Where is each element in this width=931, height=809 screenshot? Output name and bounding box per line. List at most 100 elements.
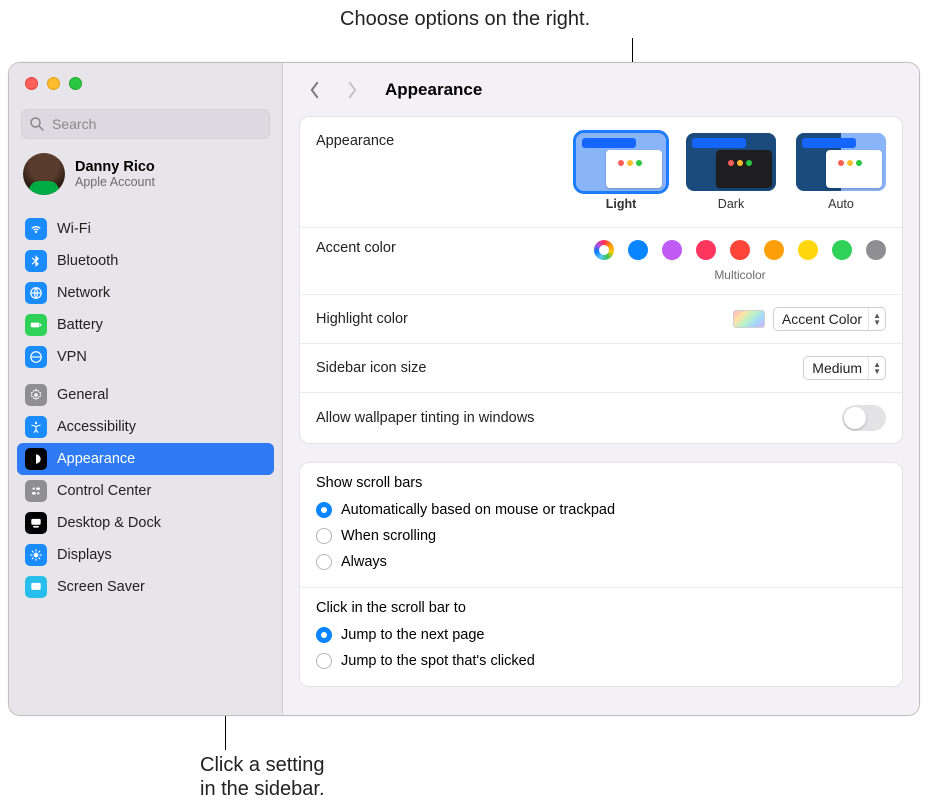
popup-stepper-icon: ▲▼ xyxy=(868,308,881,330)
sidebar-item-label: Desktop & Dock xyxy=(57,515,161,531)
radio-icon xyxy=(316,627,332,643)
sidebar-icon-size-value: Medium xyxy=(812,360,862,376)
accent-yellow[interactable] xyxy=(798,240,818,260)
sidebar-icon-size-label: Sidebar icon size xyxy=(316,360,803,376)
annotation-bottom: Click a setting in the sidebar. xyxy=(200,753,325,801)
appearance-option-light[interactable]: Light xyxy=(576,133,666,211)
accent-orange[interactable] xyxy=(764,240,784,260)
displays-icon xyxy=(25,544,47,566)
wifi-icon xyxy=(25,218,47,240)
radio-label: Always xyxy=(341,554,387,570)
search-icon xyxy=(29,116,45,132)
sidebar-icon-size-popup[interactable]: Medium ▲▼ xyxy=(803,356,886,380)
screen-saver-icon xyxy=(25,576,47,598)
sidebar-item-label: VPN xyxy=(57,349,87,365)
highlight-swatch xyxy=(733,310,765,328)
scroll-card: Show scroll bars Automatically based on … xyxy=(299,462,903,687)
appearance-option-label: Light xyxy=(576,197,666,211)
search-field-wrap xyxy=(21,109,270,139)
appearance-icon xyxy=(25,448,47,470)
accent-caption: Multicolor xyxy=(714,268,765,282)
back-button[interactable] xyxy=(303,79,325,101)
click-scroll-option-spot[interactable]: Jump to the spot that's clicked xyxy=(316,648,886,674)
accent-green[interactable] xyxy=(832,240,852,260)
sidebar-item-label: Screen Saver xyxy=(57,579,145,595)
sidebar-item-general[interactable]: General xyxy=(17,379,274,411)
radio-icon xyxy=(316,528,332,544)
sidebar-item-appearance[interactable]: Appearance xyxy=(17,443,274,475)
gear-icon xyxy=(25,384,47,406)
radio-icon xyxy=(316,653,332,669)
bluetooth-icon xyxy=(25,250,47,272)
sidebar-item-battery[interactable]: Battery xyxy=(17,309,274,341)
sidebar-item-label: Battery xyxy=(57,317,103,333)
toolbar: Appearance xyxy=(283,63,919,116)
appearance-option-dark[interactable]: Dark xyxy=(686,133,776,211)
highlight-color-value: Accent Color xyxy=(782,311,862,327)
scroll-bars-option-always[interactable]: Always xyxy=(316,549,886,575)
sidebar-nav: Wi-Fi Bluetooth Network Battery VPN xyxy=(9,207,282,603)
accent-blue[interactable] xyxy=(628,240,648,260)
account-name: Danny Rico xyxy=(75,159,155,175)
sidebar-item-displays[interactable]: Displays xyxy=(17,539,274,571)
main-pane: Appearance Appearance Light Dark xyxy=(283,63,919,715)
sidebar-item-label: Displays xyxy=(57,547,112,563)
accent-red[interactable] xyxy=(730,240,750,260)
sidebar-item-label: Network xyxy=(57,285,110,301)
radio-label: Jump to the spot that's clicked xyxy=(341,653,535,669)
click-scroll-title: Click in the scroll bar to xyxy=(316,600,886,616)
sidebar: Danny Rico Apple Account Wi-Fi Bluetooth… xyxy=(9,63,283,715)
traffic-lights xyxy=(9,63,282,103)
avatar xyxy=(23,153,65,195)
sidebar-item-label: General xyxy=(57,387,109,403)
forward-button[interactable] xyxy=(341,79,363,101)
accent-purple[interactable] xyxy=(662,240,682,260)
sidebar-item-desktop-dock[interactable]: Desktop & Dock xyxy=(17,507,274,539)
annotation-top: Choose options on the right. xyxy=(340,8,590,31)
account-subtitle: Apple Account xyxy=(75,175,155,189)
sidebar-item-control-center[interactable]: Control Center xyxy=(17,475,274,507)
highlight-color-label: Highlight color xyxy=(316,311,733,327)
accent-graphite[interactable] xyxy=(866,240,886,260)
radio-label: When scrolling xyxy=(341,528,436,544)
sidebar-item-wifi[interactable]: Wi-Fi xyxy=(17,213,274,245)
sidebar-item-screen-saver[interactable]: Screen Saver xyxy=(17,571,274,603)
radio-icon xyxy=(316,502,332,518)
highlight-color-popup[interactable]: Accent Color ▲▼ xyxy=(773,307,886,331)
sidebar-item-label: Wi-Fi xyxy=(57,221,91,237)
control-center-icon xyxy=(25,480,47,502)
click-scroll-option-next-page[interactable]: Jump to the next page xyxy=(316,622,886,648)
radio-label: Jump to the next page xyxy=(341,627,485,643)
radio-icon xyxy=(316,554,332,570)
accent-color-label: Accent color xyxy=(316,240,594,256)
popup-stepper-icon: ▲▼ xyxy=(868,357,881,379)
close-button[interactable] xyxy=(25,77,38,90)
radio-label: Automatically based on mouse or trackpad xyxy=(341,502,615,518)
sidebar-item-network[interactable]: Network xyxy=(17,277,274,309)
minimize-button[interactable] xyxy=(47,77,60,90)
search-input[interactable] xyxy=(21,109,270,139)
zoom-button[interactable] xyxy=(69,77,82,90)
accent-multicolor[interactable] xyxy=(594,240,614,260)
battery-icon xyxy=(25,314,47,336)
sidebar-item-accessibility[interactable]: Accessibility xyxy=(17,411,274,443)
account-row[interactable]: Danny Rico Apple Account xyxy=(9,149,282,207)
sidebar-item-label: Appearance xyxy=(57,451,135,467)
page-title: Appearance xyxy=(385,80,482,100)
sidebar-item-vpn[interactable]: VPN xyxy=(17,341,274,373)
sidebar-item-label: Bluetooth xyxy=(57,253,118,269)
sidebar-item-label: Accessibility xyxy=(57,419,136,435)
appearance-option-label: Dark xyxy=(686,197,776,211)
scroll-bars-option-auto[interactable]: Automatically based on mouse or trackpad xyxy=(316,497,886,523)
appearance-option-label: Auto xyxy=(796,197,886,211)
sidebar-item-bluetooth[interactable]: Bluetooth xyxy=(17,245,274,277)
wallpaper-tinting-label: Allow wallpaper tinting in windows xyxy=(316,410,842,426)
accent-pink[interactable] xyxy=(696,240,716,260)
accessibility-icon xyxy=(25,416,47,438)
wallpaper-tinting-switch[interactable] xyxy=(842,405,886,431)
sidebar-item-label: Control Center xyxy=(57,483,151,499)
appearance-card: Appearance Light Dark Auto xyxy=(299,116,903,444)
scroll-bars-option-when-scrolling[interactable]: When scrolling xyxy=(316,523,886,549)
appearance-label: Appearance xyxy=(316,133,576,149)
appearance-option-auto[interactable]: Auto xyxy=(796,133,886,211)
